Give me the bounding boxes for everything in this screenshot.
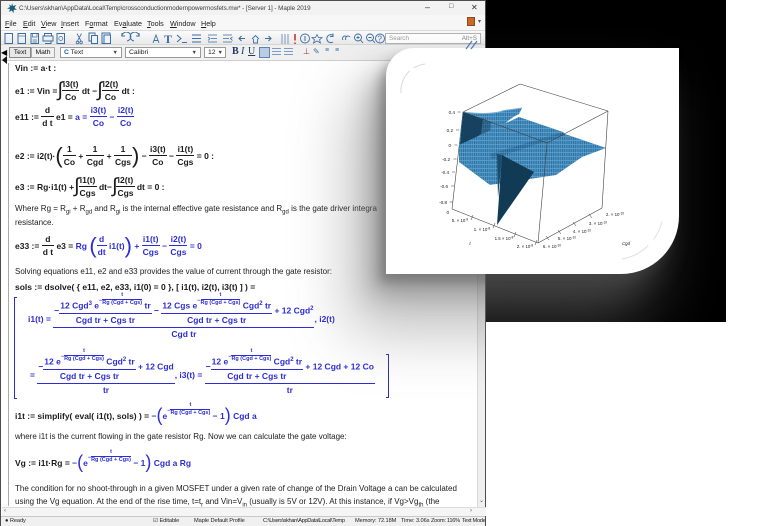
svg-text:?: ?	[378, 35, 383, 44]
svg-text:-0.6: -0.6	[440, 184, 448, 189]
svg-text:-0.2: -0.2	[442, 157, 450, 162]
svg-text:3. × 10-10: 3. × 10-10	[589, 221, 607, 227]
svg-text:0.2: 0.2	[447, 128, 454, 133]
svg-text:0: 0	[446, 210, 449, 215]
svg-text:4. × 10-10: 4. × 10-10	[573, 229, 591, 235]
svg-text:0.4: 0.4	[449, 110, 456, 115]
svg-text:Cgd: Cgd	[622, 241, 631, 246]
svg-text:5. × 10-10: 5. × 10-10	[558, 236, 576, 242]
svg-text:1.5 × 10-8: 1.5 × 10-8	[495, 236, 514, 242]
svg-text:t: t	[469, 241, 471, 246]
svg-text:-0.8: -0.8	[439, 200, 447, 205]
svg-text:-0.4: -0.4	[441, 170, 449, 175]
svg-text:5. × 10-9: 5. × 10-9	[452, 218, 469, 224]
svg-text:6. × 10-10: 6. × 10-10	[543, 244, 561, 250]
svg-text:1. × 10-8: 1. × 10-8	[474, 227, 491, 233]
svg-text:T: T	[164, 32, 172, 45]
svg-text:0: 0	[448, 143, 451, 148]
svg-text:2. × 10-10: 2. × 10-10	[606, 212, 624, 218]
svg-text:2. × 10-8: 2. × 10-8	[517, 244, 534, 250]
